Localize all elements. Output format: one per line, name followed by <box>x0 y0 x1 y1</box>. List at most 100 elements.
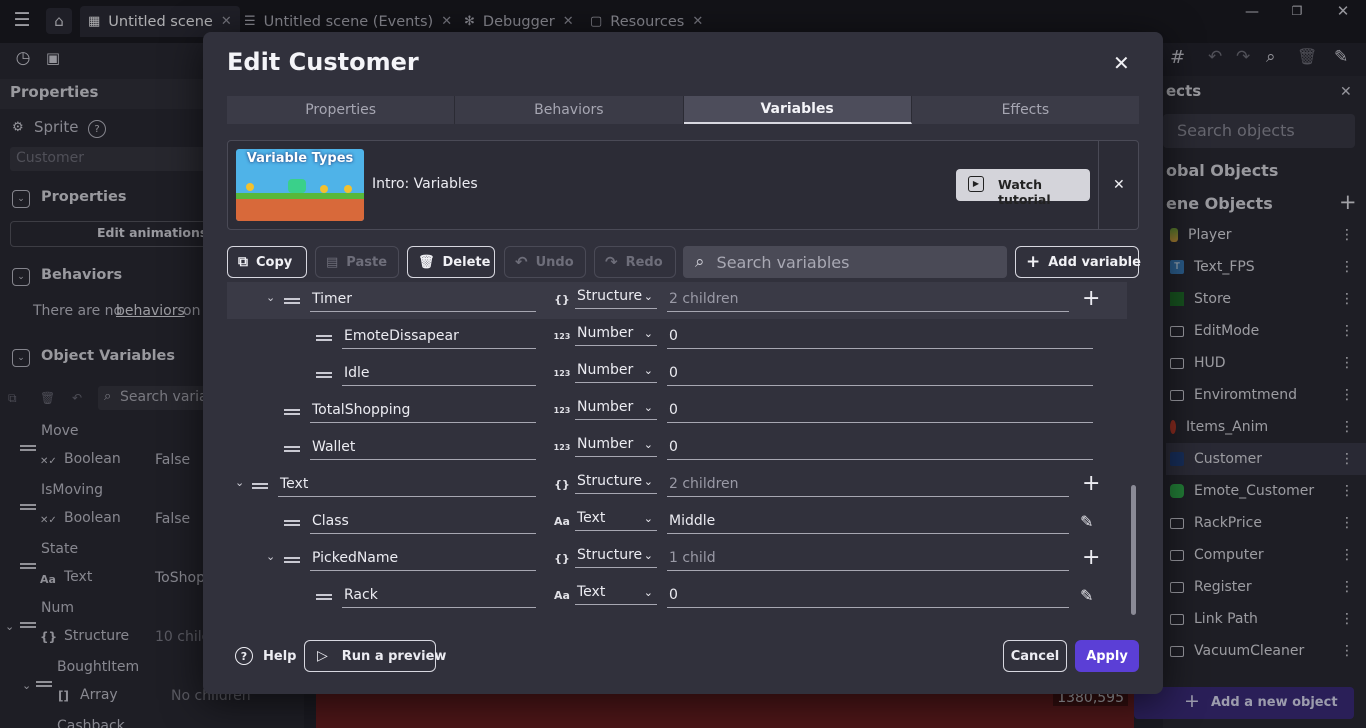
variable-row-pickedname[interactable]: ⌄ PickedName {} Structure ⌄ 1 child + <box>227 541 1127 578</box>
variable-name-field[interactable]: PickedName <box>310 550 536 571</box>
variable-name-field[interactable]: Text <box>278 476 536 497</box>
tutorial-thumbnail[interactable]: Variable Types <box>236 149 364 221</box>
chevron-down-icon[interactable]: ⌄ <box>266 291 280 304</box>
variable-value-field: 2 children <box>667 476 1069 497</box>
help-button[interactable]: ? Help <box>235 640 296 672</box>
variable-type-select[interactable]: Number ⌄ <box>575 325 657 346</box>
variable-row-totalshopping[interactable]: TotalShopping 123 Number ⌄ 0 <box>227 393 1127 430</box>
variable-value-field[interactable]: Middle <box>667 513 1069 534</box>
drag-handle-icon[interactable] <box>284 298 300 304</box>
close-icon[interactable]: ✕ <box>1113 177 1125 193</box>
variable-row-emotedissapear[interactable]: EmoteDissapear 123 Number ⌄ 0 <box>227 319 1127 356</box>
edit-object-dialog: Edit Customer ✕ Properties Behaviors Var… <box>203 32 1163 694</box>
tab-behaviors[interactable]: Behaviors <box>455 96 684 124</box>
delete-button[interactable]: 🗑 Delete <box>407 246 495 278</box>
play-icon: ▶ <box>968 176 984 192</box>
pencil-icon[interactable]: ✎ <box>1080 512 1093 531</box>
drag-handle-icon[interactable] <box>284 409 300 415</box>
text-icon: Aa <box>554 589 570 602</box>
structure-icon: {} <box>554 478 570 491</box>
trash-icon: 🗑 <box>418 254 435 270</box>
variable-type-select[interactable]: Structure ⌄ <box>575 473 657 494</box>
chevron-down-icon: ⌄ <box>643 327 653 340</box>
copy-button[interactable]: ⧉ Copy <box>227 246 307 278</box>
coin-icon <box>246 183 254 191</box>
plus-icon: + <box>1026 252 1041 272</box>
drag-handle-icon[interactable] <box>284 446 300 452</box>
chevron-down-icon: ⌄ <box>643 438 653 451</box>
search-variables-input[interactable]: ⌕ Search variables <box>683 246 1007 278</box>
variable-name-field[interactable]: Class <box>310 513 536 534</box>
character-icon <box>288 179 306 193</box>
variable-type-select[interactable]: Text ⌄ <box>575 584 657 605</box>
undo-button[interactable]: ↶ Undo <box>504 246 586 278</box>
variable-type-select[interactable]: Number ⌄ <box>575 362 657 383</box>
coin-icon <box>320 185 328 193</box>
variable-value-field: 1 child <box>667 550 1069 571</box>
tutorial-label: Intro: Variables <box>372 176 478 192</box>
drag-handle-icon[interactable] <box>316 594 332 600</box>
variable-type-select[interactable]: Number ⌄ <box>575 399 657 420</box>
add-variable-button[interactable]: + Add variable <box>1015 246 1141 278</box>
chevron-down-icon: ⌄ <box>643 475 653 488</box>
variable-type-select[interactable]: Structure ⌄ <box>575 547 657 568</box>
variable-value-field[interactable]: 0 <box>667 439 1093 460</box>
variable-name-field[interactable]: Idle <box>342 365 536 386</box>
number-icon: 123 <box>553 332 571 341</box>
variable-type-select[interactable]: Number ⌄ <box>575 436 657 457</box>
variable-row-text[interactable]: ⌄ Text {} Structure ⌄ 2 children + <box>227 467 1127 504</box>
variable-row-timer[interactable]: ⌄ Timer {} Structure ⌄ 2 children + <box>227 282 1127 319</box>
variable-name-field[interactable]: Timer <box>310 291 536 312</box>
watch-tutorial-button[interactable]: ▶ Watch tutorial <box>956 169 1090 207</box>
apply-button[interactable]: Apply <box>1075 640 1139 672</box>
redo-button[interactable]: ↷ Redo <box>594 246 676 278</box>
variable-value-field[interactable]: 0 <box>667 402 1093 423</box>
paste-button[interactable]: ▤ Paste <box>315 246 399 278</box>
help-icon: ? <box>235 647 253 665</box>
dialog-tabs: Properties Behaviors Variables Effects <box>227 96 1139 124</box>
variable-type-select[interactable]: Text ⌄ <box>575 510 657 531</box>
add-child-icon[interactable]: + <box>1082 545 1100 570</box>
undo-icon: ↶ <box>515 253 528 271</box>
add-child-icon[interactable]: + <box>1082 471 1100 496</box>
add-child-icon[interactable]: + <box>1082 286 1100 311</box>
drag-handle-icon[interactable] <box>316 372 332 378</box>
variable-name-field[interactable]: Wallet <box>310 439 536 460</box>
thumbnail-title: Variable Types <box>246 151 354 166</box>
number-icon: 123 <box>553 369 571 378</box>
variable-type-select[interactable]: Structure ⌄ <box>575 288 657 309</box>
variable-name-field[interactable]: TotalShopping <box>310 402 536 423</box>
copy-icon: ⧉ <box>238 254 248 270</box>
variable-name-field[interactable]: Rack <box>342 587 536 608</box>
chevron-down-icon: ⌄ <box>643 364 653 377</box>
scrollbar-thumb[interactable] <box>1131 485 1136 615</box>
search-icon: ⌕ <box>695 252 705 272</box>
variable-value-field[interactable]: 0 <box>667 587 1069 608</box>
tab-variables[interactable]: Variables <box>683 96 912 124</box>
variable-value-field[interactable]: 0 <box>667 365 1093 386</box>
close-icon[interactable]: ✕ <box>1113 51 1130 75</box>
chevron-down-icon[interactable]: ⌄ <box>266 550 280 563</box>
drag-handle-icon[interactable] <box>284 557 300 563</box>
run-preview-button[interactable]: ▷ Run a preview <box>304 640 446 672</box>
tab-effects[interactable]: Effects <box>912 96 1139 124</box>
drag-handle-icon[interactable] <box>316 335 332 341</box>
variable-value-field[interactable]: 0 <box>667 328 1093 349</box>
cancel-button[interactable]: Cancel <box>1003 640 1067 672</box>
chevron-down-icon: ⌄ <box>643 512 653 525</box>
chevron-down-icon[interactable]: ⌄ <box>235 476 249 489</box>
chevron-down-icon: ⌄ <box>643 290 653 303</box>
variable-row-rack[interactable]: Rack Aa Text ⌄ 0 ✎ <box>227 578 1127 614</box>
text-icon: Aa <box>554 515 570 528</box>
tab-properties[interactable]: Properties <box>227 96 456 124</box>
variable-row-wallet[interactable]: Wallet 123 Number ⌄ 0 <box>227 430 1127 467</box>
variable-row-class[interactable]: Class Aa Text ⌄ Middle ✎ <box>227 504 1127 541</box>
drag-handle-icon[interactable] <box>252 483 268 489</box>
variable-row-idle[interactable]: Idle 123 Number ⌄ 0 <box>227 356 1127 393</box>
number-icon: 123 <box>553 443 571 452</box>
pencil-icon[interactable]: ✎ <box>1080 586 1093 605</box>
chevron-down-icon: ⌄ <box>643 549 653 562</box>
drag-handle-icon[interactable] <box>284 520 300 526</box>
chevron-down-icon: ⌄ <box>643 401 653 414</box>
variable-name-field[interactable]: EmoteDissapear <box>342 328 536 349</box>
